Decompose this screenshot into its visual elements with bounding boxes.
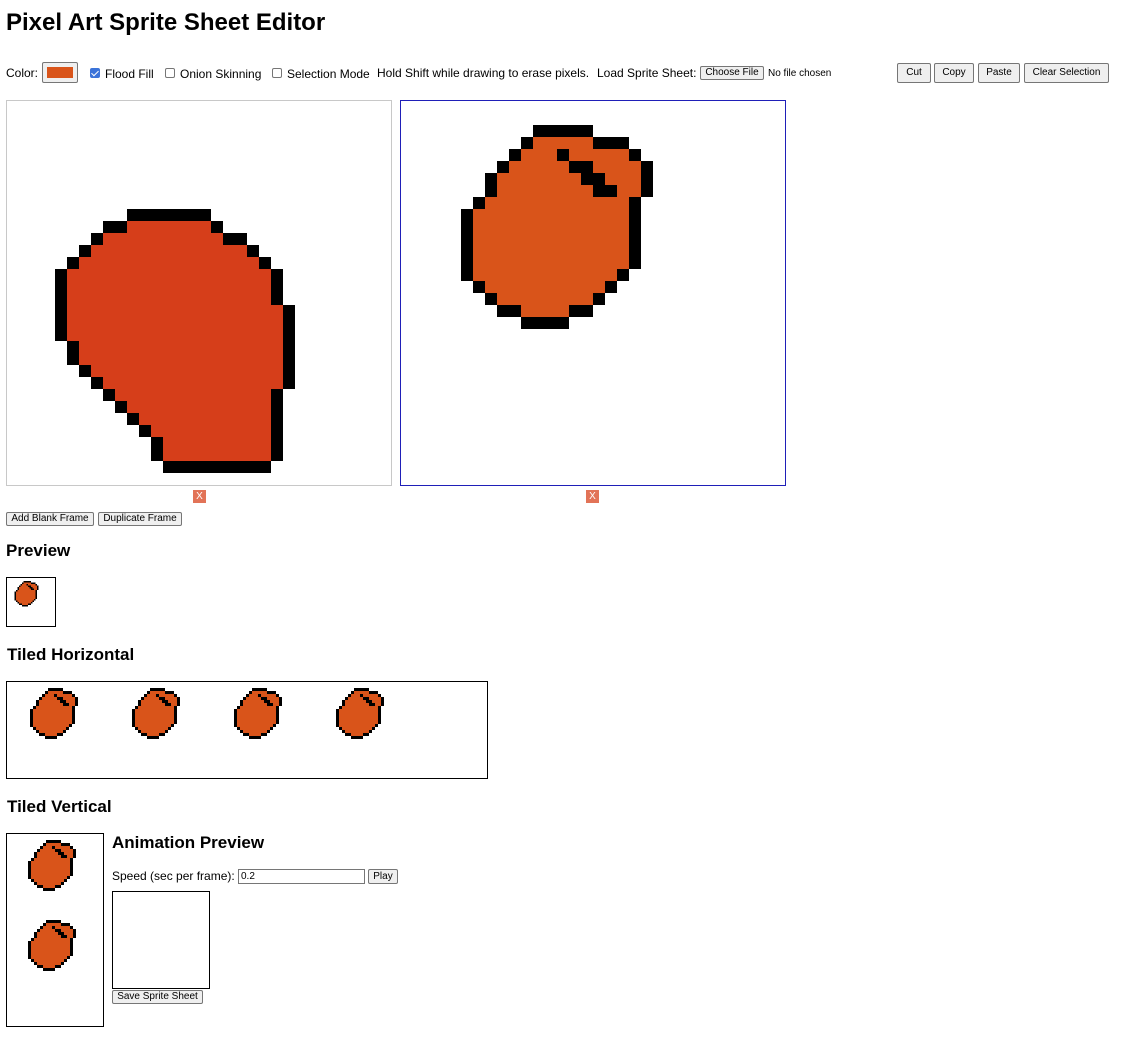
choose-file-button[interactable]: Choose File <box>700 66 764 80</box>
selection-mode-label: Selection Mode <box>287 67 370 81</box>
onion-skinning-label: Onion Skinning <box>180 67 262 81</box>
paste-button[interactable]: Paste <box>978 63 1020 83</box>
cut-button[interactable]: Cut <box>897 63 931 83</box>
speed-label: Speed (sec per frame): <box>112 869 235 883</box>
frame-2-pixels <box>461 125 653 329</box>
onion-skinning-checkbox[interactable] <box>165 68 175 78</box>
flood-fill-label: Flood Fill <box>105 67 154 81</box>
color-picker[interactable] <box>42 62 78 83</box>
frame-canvas-1[interactable] <box>6 100 392 486</box>
delete-frame-2-button[interactable]: X <box>586 490 599 503</box>
tiled-vertical-heading: Tiled Vertical <box>7 797 112 816</box>
animation-preview-canvas <box>112 891 210 989</box>
tiled-horizontal-sprites <box>30 688 384 739</box>
erase-hint: Hold Shift while drawing to erase pixels… <box>377 66 590 80</box>
animation-preview-heading: Animation Preview <box>112 833 265 852</box>
clear-selection-button[interactable]: Clear Selection <box>1024 63 1109 83</box>
tiled-vertical-canvas <box>6 833 104 1027</box>
selection-mode-checkbox[interactable] <box>272 68 282 78</box>
tiled-horizontal-canvas <box>6 681 488 779</box>
play-button[interactable]: Play <box>368 869 398 884</box>
preview-canvas <box>6 577 56 627</box>
tiled-vertical-sprites <box>28 840 76 971</box>
color-swatch <box>47 67 73 78</box>
load-sprite-sheet-label: Load Sprite Sheet: <box>597 66 697 80</box>
file-status: No file chosen <box>768 68 832 79</box>
speed-input[interactable] <box>238 869 365 884</box>
tiled-horizontal-sprite <box>234 688 282 739</box>
tiled-horizontal-sprite <box>132 688 180 739</box>
tiled-horizontal-sprite <box>30 688 78 739</box>
tiled-horizontal-sprite <box>336 688 384 739</box>
frame-canvas-2[interactable] <box>400 100 786 486</box>
duplicate-frame-button[interactable]: Duplicate Frame <box>98 512 182 526</box>
page-title: Pixel Art Sprite Sheet Editor <box>6 9 326 36</box>
frame-1-pixels <box>55 209 295 473</box>
copy-button[interactable]: Copy <box>934 63 974 83</box>
save-sprite-sheet-button[interactable]: Save Sprite Sheet <box>112 990 203 1004</box>
tiled-vertical-sprite <box>28 840 76 891</box>
add-blank-frame-button[interactable]: Add Blank Frame <box>6 512 94 526</box>
delete-frame-1-button[interactable]: X <box>193 490 206 503</box>
flood-fill-checkbox[interactable] <box>90 68 100 78</box>
preview-heading: Preview <box>6 541 71 560</box>
tiled-vertical-sprite <box>28 920 76 971</box>
preview-sprite <box>14 581 39 607</box>
tiled-horizontal-heading: Tiled Horizontal <box>7 645 135 664</box>
color-label: Color: <box>6 66 39 80</box>
